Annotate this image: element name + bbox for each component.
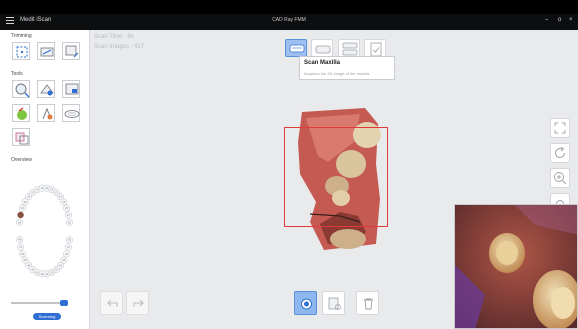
redo-arrow-icon xyxy=(133,299,144,307)
zoom-in-icon xyxy=(554,172,567,185)
trimming-title: Trimming xyxy=(11,33,32,39)
overview-title: Overview xyxy=(11,157,32,163)
scan-time-label: Scan Time : 8s xyxy=(94,34,134,40)
angle-view-icon xyxy=(40,84,54,96)
magnifier-icon xyxy=(15,83,30,98)
scan-record-button[interactable] xyxy=(294,291,317,315)
upper-tooth[interactable]: 27 xyxy=(64,211,72,219)
fullscreen-button[interactable] xyxy=(550,118,570,138)
lower-tooth[interactable]: 47 xyxy=(17,243,25,251)
zoom-in-button[interactable] xyxy=(550,168,570,188)
scan-depth-slider-handle[interactable] xyxy=(60,300,68,306)
magnifier-tool[interactable] xyxy=(12,80,30,98)
delete-button[interactable] xyxy=(356,291,379,315)
live-camera-preview xyxy=(454,204,578,329)
scan-maxilla-button[interactable] xyxy=(285,39,307,57)
upper-tooth[interactable]: 18 xyxy=(16,218,24,226)
ai-filter-button[interactable] xyxy=(322,291,345,315)
record-icon xyxy=(301,298,312,310)
restore-button[interactable]: o xyxy=(558,17,561,23)
trim-select-tool[interactable] xyxy=(12,42,30,60)
compare-icon xyxy=(15,132,29,145)
upper-tooth[interactable]: 25 xyxy=(60,198,68,206)
scan-verify-button[interactable] xyxy=(364,39,386,57)
upper-tooth[interactable]: 28 xyxy=(65,218,73,226)
left-tool-panel: Trimming Tools Overview 18 17 16 15 14 13 12 11… xyxy=(0,30,90,329)
lower-tooth[interactable]: 35 xyxy=(60,256,68,264)
tooltip-description: Acquires the 3D image of the maxilla. xyxy=(304,71,371,76)
trim-brush-tool[interactable] xyxy=(62,42,80,60)
scan-mode-badge[interactable]: Scanning xyxy=(33,313,61,320)
eraser-icon xyxy=(40,47,54,57)
tooth-chart-diagram: 18171615141312 11 21 2223242526272848474645… xyxy=(16,184,73,278)
arch-tool[interactable] xyxy=(62,104,80,122)
expand-icon xyxy=(554,122,566,134)
lower-tooth[interactable]: 36 xyxy=(63,250,70,258)
dental-arch-icon xyxy=(64,110,80,118)
undo-arrow-icon xyxy=(107,299,118,307)
lower-tooth[interactable]: 48 xyxy=(16,236,24,244)
upper-tooth[interactable]: 26 xyxy=(63,204,70,212)
capture-icon xyxy=(65,83,79,95)
lower-tooth[interactable]: 46 xyxy=(19,250,26,258)
tooltip-title: Scan Maxilla xyxy=(304,60,341,66)
color-ball-icon xyxy=(17,107,27,120)
close-button[interactable]: × xyxy=(569,17,573,23)
title-bar xyxy=(0,0,578,14)
tooltip: Scan Maxilla Acquires the 3D image of th… xyxy=(299,56,395,80)
lower-tooth[interactable]: 38 xyxy=(65,236,73,244)
tooth-chart[interactable]: 18 17 16 15 14 13 12 11 21 22 23 24 25 26 27 28 48 47 46 45… xyxy=(12,168,77,293)
minimize-button[interactable]: – xyxy=(545,17,548,23)
app-header: Medit iScan CAD Ray FMM – o × xyxy=(0,14,578,30)
scan-images-label: Scan Images : 417 xyxy=(94,44,145,50)
compare-tool[interactable] xyxy=(12,128,30,146)
capture-tool[interactable] xyxy=(62,80,80,98)
rotate-icon xyxy=(555,146,566,159)
angle-view-tool[interactable] xyxy=(37,80,55,98)
filter-search-icon xyxy=(328,297,341,310)
scan-occlusion-button[interactable] xyxy=(338,39,360,57)
lasso-select-icon xyxy=(16,46,28,58)
brush-icon xyxy=(65,45,79,58)
undo-button[interactable] xyxy=(100,291,123,315)
scan-mandible-button[interactable] xyxy=(311,39,333,57)
reset-view-button[interactable] xyxy=(550,143,570,163)
redo-button[interactable] xyxy=(126,291,149,315)
tooth-lock-tool[interactable] xyxy=(37,104,55,122)
lower-tooth[interactable]: 37 xyxy=(64,243,72,251)
window-title: CAD Ray FMM xyxy=(272,17,306,23)
scan-region-box xyxy=(284,127,388,227)
tooth-lock-icon xyxy=(42,107,53,120)
trash-icon xyxy=(364,298,373,310)
trim-eraser-tool[interactable] xyxy=(37,42,55,60)
upper-tooth[interactable]: 17 xyxy=(17,211,25,219)
color-tool[interactable] xyxy=(12,104,30,122)
tools-title: Tools xyxy=(11,71,23,77)
camera-feed-image xyxy=(455,205,577,328)
upper-tooth[interactable]: 16 xyxy=(19,204,26,212)
